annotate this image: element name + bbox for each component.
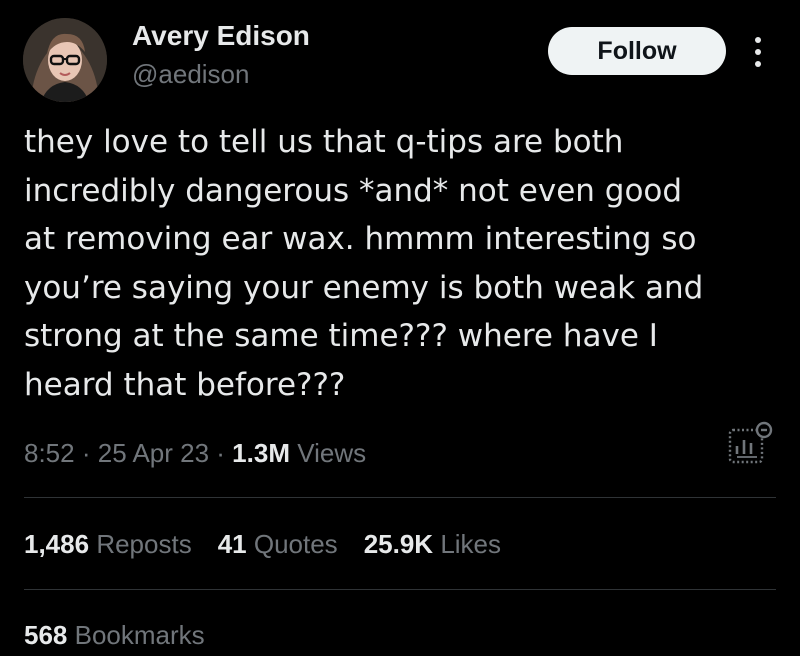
tweet-time[interactable]: 8:52 xyxy=(24,438,75,468)
tweet-line: heard that before??? xyxy=(24,366,346,403)
likes-count: 25.9K xyxy=(363,529,434,559)
quotes-stat[interactable]: 41 Quotes xyxy=(218,529,338,560)
bookmarks-count: 568 xyxy=(24,620,68,650)
tweet-date[interactable]: 25 Apr 23 xyxy=(98,438,209,468)
reposts-label: Reposts xyxy=(96,529,192,559)
likes-label: Likes xyxy=(440,529,502,559)
views-count: 1.3M xyxy=(232,438,290,468)
tweet-line: strong at the same time??? where have I xyxy=(24,318,658,354)
author-name[interactable]: Avery Edison xyxy=(132,20,310,52)
divider xyxy=(24,589,776,590)
reposts-count: 1,486 xyxy=(24,529,90,559)
reposts-stat[interactable]: 1,486 Reposts xyxy=(24,529,192,560)
divider xyxy=(24,497,776,498)
analytics-icon[interactable] xyxy=(726,420,774,466)
views-label: Views xyxy=(297,438,367,468)
follow-button[interactable]: Follow xyxy=(548,27,726,75)
tweet-text: they love to tell us that q-tips are bot… xyxy=(24,118,784,409)
author-handle[interactable]: @aedison xyxy=(132,59,249,90)
avatar[interactable] xyxy=(23,18,107,102)
bookmarks-stat[interactable]: 568 Bookmarks xyxy=(24,620,205,651)
separator-dot: · xyxy=(81,438,98,468)
tweet-line: incredibly dangerous *and* not even good xyxy=(24,172,683,209)
quotes-label: Quotes xyxy=(253,529,338,559)
tweet-line: you’re saying your enemy is both weak an… xyxy=(24,269,704,306)
tweet-meta: 8:52 · 25 Apr 23 · 1.3M Views xyxy=(24,438,366,469)
tweet-line: at removing ear wax. hmmm interesting so xyxy=(24,221,697,257)
more-vertical-icon[interactable] xyxy=(750,34,766,70)
engagement-stats: 1,486 Reposts 41 Quotes 25.9K Likes xyxy=(24,529,527,560)
bookmarks-label: Bookmarks xyxy=(74,620,205,650)
quotes-count: 41 xyxy=(217,529,247,559)
likes-stat[interactable]: 25.9K Likes xyxy=(364,529,501,560)
tweet-line: they love to tell us that q-tips are bot… xyxy=(24,124,624,160)
separator-dot: · xyxy=(216,438,233,468)
